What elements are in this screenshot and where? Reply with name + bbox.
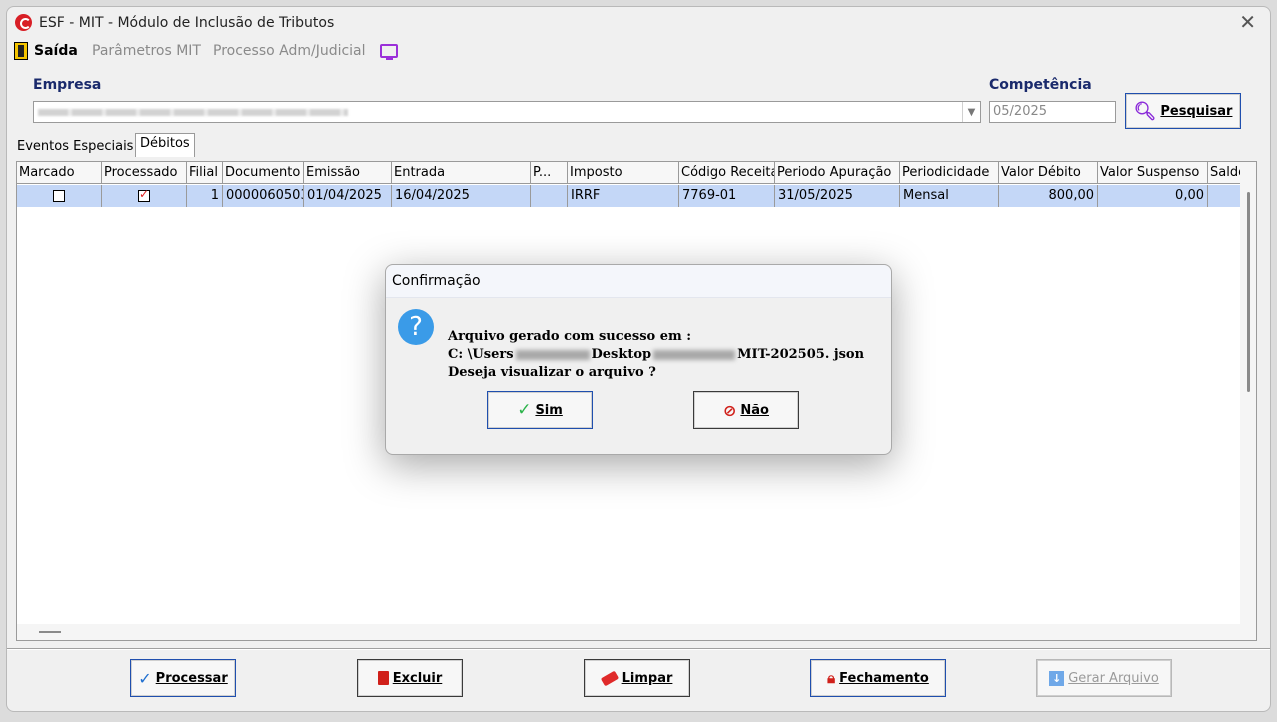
cell-saldo xyxy=(1208,185,1241,207)
col-entrada[interactable]: Entrada xyxy=(392,162,531,184)
menu-params[interactable]: Parâmetros MIT xyxy=(92,43,201,59)
horizontal-scroll-thumb[interactable] xyxy=(39,631,61,633)
confirmation-dialog: Confirmação ? Arquivo gerado com sucesso… xyxy=(385,264,892,455)
grid-header: Marcado Processado Filial Documento Emis… xyxy=(17,162,1241,184)
vertical-scroll-thumb[interactable] xyxy=(1247,192,1250,392)
empresa-label: Empresa xyxy=(33,77,102,93)
checkmark-icon: ✓ xyxy=(138,668,152,688)
col-periodo-apuracao[interactable]: Periodo Apuração xyxy=(775,162,900,184)
table-row[interactable]: 1 0000060503 01/04/2025 16/04/2025 IRRF … xyxy=(17,185,1241,207)
no-button[interactable]: ⊘ Não xyxy=(693,391,799,429)
col-p[interactable]: P... xyxy=(531,162,568,184)
cell-codigo-receita: 7769-01 xyxy=(679,185,775,207)
cell-documento: 0000060503 xyxy=(223,185,304,207)
search-icon: 🔍︎ xyxy=(1133,100,1157,122)
dialog-line-2: C: \Users Desktop MIT-202505. json xyxy=(448,347,865,362)
tab-debitos[interactable]: Débitos xyxy=(135,133,195,157)
tab-eventos-especiais[interactable]: Eventos Especiais xyxy=(13,137,137,157)
cell-p xyxy=(531,185,568,207)
cell-periodo-apuracao: 31/05/2025 xyxy=(775,185,900,207)
exit-door-icon[interactable] xyxy=(14,42,28,60)
col-processado[interactable]: Processado xyxy=(102,162,187,184)
cell-valor-suspenso: 0,00 xyxy=(1098,185,1208,207)
footer-divider xyxy=(7,648,1270,650)
checkbox-processado[interactable] xyxy=(138,187,150,202)
col-emissao[interactable]: Emissão xyxy=(304,162,392,184)
close-icon[interactable]: ✕ xyxy=(1239,12,1256,32)
window-title: ESF - MIT - Módulo de Inclusão de Tribut… xyxy=(39,15,335,31)
dialog-line-3: Deseja visualizar o arquivo ? xyxy=(448,365,656,380)
menu-exit[interactable]: Saída xyxy=(34,43,78,59)
redacted-company-name xyxy=(38,109,348,116)
checkbox-marcado[interactable] xyxy=(53,190,65,202)
cell-marcado[interactable] xyxy=(17,185,102,207)
dialog-line-1: Arquivo gerado com sucesso em : xyxy=(448,329,692,344)
cell-periodicidade: Mensal xyxy=(900,185,999,207)
generate-file-button[interactable]: ↓ Gerar Arquivo xyxy=(1036,659,1172,697)
app-logo-icon xyxy=(15,14,32,31)
redacted-folder xyxy=(653,349,736,360)
chevron-down-icon[interactable]: ▼ xyxy=(962,102,980,122)
dialog-message: Arquivo gerado com sucesso em : C: \User… xyxy=(448,328,864,382)
checkmark-icon: ✓ xyxy=(517,400,532,420)
cell-processado[interactable] xyxy=(102,185,187,207)
cell-emissao: 01/04/2025 xyxy=(304,185,392,207)
delete-button[interactable]: Excluir xyxy=(357,659,463,697)
competencia-input[interactable]: 05/2025 xyxy=(989,101,1116,123)
download-icon: ↓ xyxy=(1049,670,1065,686)
empresa-select[interactable]: ▼ xyxy=(33,101,981,123)
horizontal-scrollbar[interactable] xyxy=(17,624,1256,640)
col-imposto[interactable]: Imposto xyxy=(568,162,679,184)
cell-valor-debito: 800,00 xyxy=(999,185,1098,207)
clear-button[interactable]: Limpar xyxy=(584,659,690,697)
yes-button[interactable]: ✓ Sim xyxy=(487,391,593,429)
monitor-icon[interactable] xyxy=(380,44,398,60)
close-period-button[interactable]: 🔒︎ Fechamento xyxy=(810,659,946,697)
col-periodicidade[interactable]: Periodicidade xyxy=(900,162,999,184)
redacted-username xyxy=(515,349,590,360)
vertical-scrollbar[interactable] xyxy=(1240,162,1256,640)
col-marcado[interactable]: Marcado xyxy=(17,162,102,184)
cell-imposto: IRRF xyxy=(568,185,679,207)
col-documento[interactable]: Documento xyxy=(223,162,304,184)
search-button[interactable]: 🔍︎ Pesquisar xyxy=(1125,93,1241,129)
col-saldo[interactable]: Saldo xyxy=(1208,162,1241,184)
trash-icon xyxy=(377,671,389,685)
title-bar: ESF - MIT - Módulo de Inclusão de Tribut… xyxy=(7,7,1270,39)
process-button[interactable]: ✓ Processar xyxy=(130,659,236,697)
col-codigo-receita[interactable]: Código Receita xyxy=(679,162,775,184)
eraser-icon xyxy=(600,670,619,686)
prohibited-icon: ⊘ xyxy=(723,400,737,420)
cell-entrada: 16/04/2025 xyxy=(392,185,531,207)
cell-filial: 1 xyxy=(187,185,223,207)
competencia-label: Competência xyxy=(989,77,1092,93)
col-valor-suspenso[interactable]: Valor Suspenso xyxy=(1098,162,1208,184)
col-filial[interactable]: Filial xyxy=(187,162,223,184)
col-valor-debito[interactable]: Valor Débito xyxy=(999,162,1098,184)
menu-process[interactable]: Processo Adm/Judicial xyxy=(213,43,366,59)
dialog-title: Confirmação xyxy=(386,265,891,298)
question-icon: ? xyxy=(398,309,434,345)
lock-icon: 🔒︎ xyxy=(827,669,836,687)
